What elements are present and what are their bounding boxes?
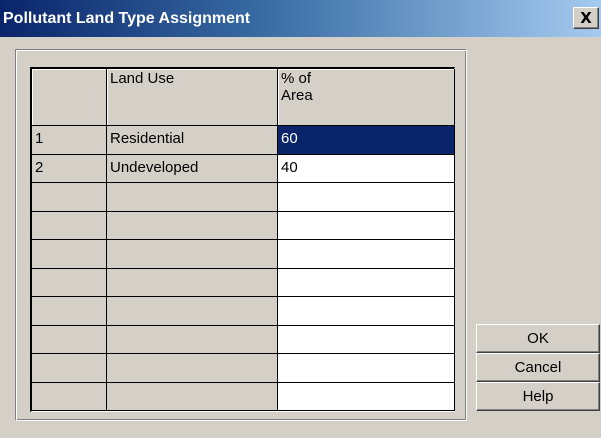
header-land-use-label: Land Use [110, 70, 175, 87]
row-number-cell[interactable] [32, 325, 107, 354]
close-icon: X [580, 9, 592, 27]
table-row [32, 240, 455, 269]
percent-area-cell[interactable] [278, 268, 455, 297]
row-number-cell[interactable] [32, 354, 107, 383]
land-use-cell[interactable]: Residential [107, 126, 278, 155]
row-number-cell[interactable] [32, 268, 107, 297]
row-number-cell[interactable] [32, 240, 107, 269]
percent-area-cell[interactable] [278, 183, 455, 212]
dialog-window: Pollutant Land Type Assignment X Land Us… [0, 0, 601, 438]
land-use-cell[interactable] [107, 382, 278, 411]
percent-area-cell[interactable] [278, 297, 455, 326]
window-title: Pollutant Land Type Assignment [3, 10, 251, 27]
grid-header-row: Land Use % of Area [32, 69, 455, 126]
header-percent-area: % of Area [278, 69, 455, 126]
table-row [32, 325, 455, 354]
table-row: 1 Residential 60 [32, 126, 455, 155]
header-row-number [32, 69, 107, 126]
table-row [32, 211, 455, 240]
land-use-cell[interactable] [107, 297, 278, 326]
close-button[interactable]: X [573, 7, 599, 29]
ok-button[interactable]: OK [476, 324, 600, 353]
row-number-cell[interactable]: 2 [32, 154, 107, 183]
land-use-cell[interactable] [107, 240, 278, 269]
table-row [32, 297, 455, 326]
row-number-cell[interactable] [32, 211, 107, 240]
land-use-cell[interactable] [107, 268, 278, 297]
row-number-cell[interactable] [32, 183, 107, 212]
table-row [32, 354, 455, 383]
header-land-use: Land Use [107, 69, 278, 126]
land-use-grid: Land Use % of Area 1 Residential 60 2 Undeve… [30, 67, 455, 412]
header-percent-line1: % of [281, 70, 312, 87]
table-row: 2 Undeveloped 40 [32, 154, 455, 183]
percent-area-cell[interactable] [278, 211, 455, 240]
land-use-cell[interactable]: Undeveloped [107, 154, 278, 183]
table-row [32, 268, 455, 297]
row-number-cell[interactable] [32, 382, 107, 411]
percent-area-cell[interactable]: 60 [278, 126, 455, 155]
percent-area-cell[interactable]: 40 [278, 154, 455, 183]
header-percent-line2: Area [281, 87, 313, 104]
row-number-cell[interactable]: 1 [32, 126, 107, 155]
table-row [32, 382, 455, 411]
cancel-button[interactable]: Cancel [476, 353, 600, 382]
percent-area-cell[interactable] [278, 382, 455, 411]
table-row [32, 183, 455, 212]
land-use-cell[interactable] [107, 183, 278, 212]
title-bar[interactable]: Pollutant Land Type Assignment X [0, 0, 601, 37]
percent-area-cell[interactable] [278, 240, 455, 269]
percent-area-cell[interactable] [278, 354, 455, 383]
land-use-cell[interactable] [107, 354, 278, 383]
percent-area-cell[interactable] [278, 325, 455, 354]
row-number-cell[interactable] [32, 297, 107, 326]
land-use-cell[interactable] [107, 211, 278, 240]
help-button[interactable]: Help [476, 382, 600, 411]
land-use-cell[interactable] [107, 325, 278, 354]
